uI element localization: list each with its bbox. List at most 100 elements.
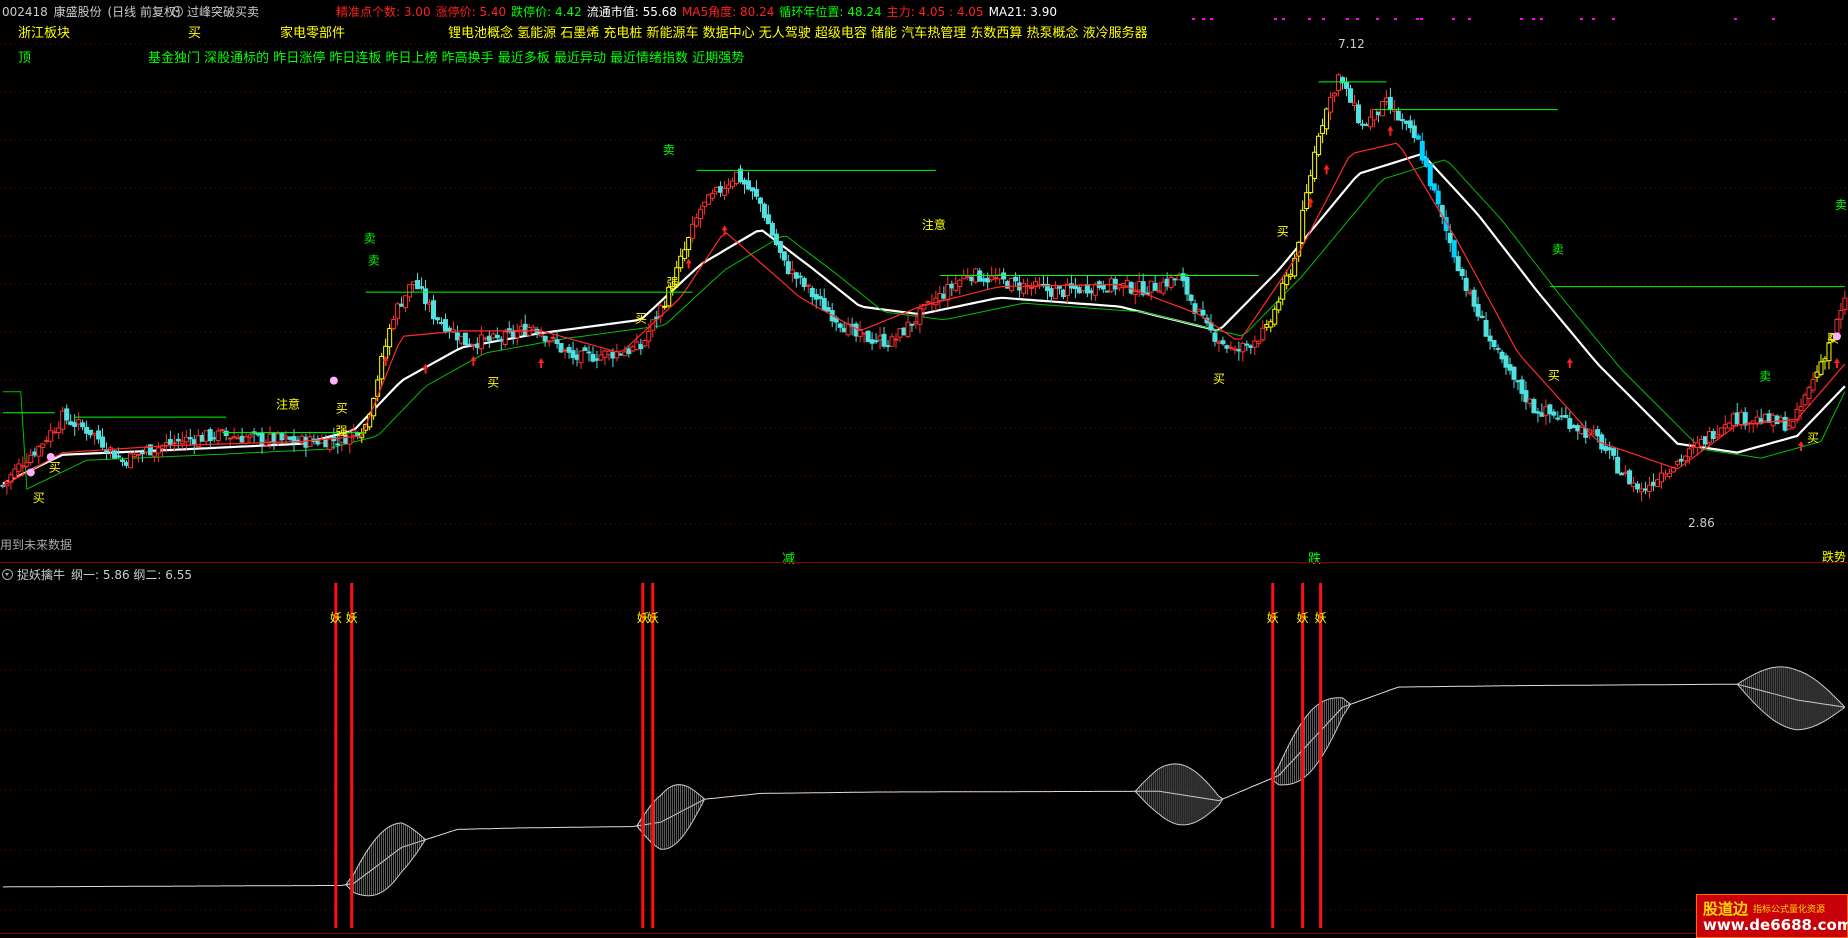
candle-body (1507, 364, 1513, 371)
candle-body (809, 287, 815, 298)
candle-body (606, 350, 612, 355)
candle-body (211, 437, 217, 440)
indicator-center-line (2, 683, 1845, 888)
candle-body (1435, 190, 1441, 205)
candle-body (993, 277, 999, 280)
candle-body (562, 349, 568, 352)
candle-body (28, 454, 34, 464)
candle-body (1431, 183, 1437, 191)
candle-body (494, 334, 500, 339)
stat-7: MA21: 3.90 (988, 5, 1057, 19)
candle-body (1367, 116, 1373, 128)
candle-body (1379, 100, 1385, 117)
candle-body (1216, 341, 1222, 344)
indicator-series: 妖妖妖妖妖妖妖 (2, 583, 1846, 928)
candle-body (183, 436, 189, 443)
chart-period: (日线 前复权) (107, 5, 181, 19)
candle-body (542, 335, 548, 342)
candle-body (793, 272, 799, 279)
chart-canvas[interactable]: 买买买买买买买买买买卖卖卖卖卖卖注意注意强强 妖妖妖妖妖妖妖 (0, 0, 1848, 938)
up-arrow-7 (1323, 164, 1330, 175)
candle-body (881, 333, 887, 347)
candle-body (1188, 294, 1194, 302)
candle-body (813, 293, 819, 300)
buy-label-1: 买 (49, 461, 61, 475)
candle-body (1308, 175, 1314, 194)
candle-body (1682, 455, 1688, 462)
top-marker-16 (1532, 18, 1535, 20)
stock-code: 002418 (2, 5, 48, 19)
candle-body (163, 442, 169, 447)
candle-body (287, 436, 293, 440)
indicator-name: 过峰突破买卖 (187, 5, 260, 19)
candle-body (1571, 425, 1577, 429)
candle-body (411, 281, 417, 285)
top-marker-11 (1416, 18, 1419, 20)
candle-body (1838, 309, 1844, 320)
demon-signal-label-0: 妖 (330, 611, 342, 625)
candle-body (1029, 286, 1035, 289)
candle-body (1359, 123, 1365, 126)
candle-body (1256, 340, 1262, 344)
candle-body (622, 351, 628, 357)
candle-body (741, 179, 747, 185)
candle-body (1762, 413, 1768, 422)
candle-body (722, 187, 728, 196)
candle-body (1842, 297, 1848, 310)
candle-body (1710, 431, 1716, 439)
candle-body (1722, 424, 1728, 429)
candle-body (323, 438, 329, 448)
candle-body (1447, 232, 1453, 244)
candle-body (1264, 323, 1270, 328)
candle-body (1666, 472, 1672, 477)
pink-dot-0 (26, 468, 35, 477)
candle-body (602, 350, 608, 358)
candle-body (1766, 413, 1772, 424)
candle-body (1567, 418, 1573, 429)
candle-body (1631, 482, 1637, 487)
candle-body (12, 468, 18, 479)
candle-body (566, 347, 572, 353)
candle-body (446, 327, 452, 333)
candle-body (1802, 394, 1808, 406)
indicator-dropdown-icon[interactable] (2, 569, 13, 580)
candle-body (917, 308, 923, 325)
indicator-panel-header[interactable]: 捉妖擒牛 纲一: 5.86 纲二: 6.55 (2, 566, 192, 583)
candle-body (1248, 345, 1254, 348)
candle-body (841, 327, 847, 333)
top-tag: 顶 (18, 51, 32, 66)
candle-body (1300, 209, 1306, 244)
candle-body (1455, 256, 1461, 272)
up-arrow-3 (538, 358, 545, 369)
candle-body (933, 297, 939, 306)
candle-body (1611, 448, 1617, 456)
candle-body (1336, 74, 1342, 92)
candle-body (1734, 412, 1740, 425)
candle-body (1483, 319, 1489, 337)
candle-body (52, 431, 58, 434)
top-marker-9 (1376, 18, 1379, 20)
candle-body (1168, 276, 1174, 288)
candle-body (1383, 97, 1389, 103)
candle-body (1080, 284, 1086, 292)
candle-body (231, 436, 237, 439)
candle-body (897, 328, 903, 338)
watermark-logo: 股道边 指标公式量化资源 www.de6688.com (1696, 894, 1848, 938)
indicator-selector[interactable]: 过峰突破买卖 (172, 3, 259, 20)
price-grid (0, 43, 1848, 911)
candle-body (957, 279, 963, 288)
candle-body (1312, 151, 1318, 179)
candle-body (817, 296, 823, 300)
candle-body (458, 335, 464, 344)
candle-body (1056, 286, 1062, 289)
stat-2: 跌停价: 4.42 (511, 5, 582, 19)
candle-body (1603, 446, 1609, 451)
candle-body (1499, 351, 1505, 360)
stock-header: 002418 康盛股份 (日线 前复权) (2, 3, 187, 20)
candle-body (466, 343, 472, 346)
candle-body (1639, 488, 1645, 493)
candle-body (1730, 413, 1736, 427)
dropdown-circle-icon[interactable] (172, 6, 183, 17)
candle-body (327, 437, 333, 450)
candle-body (1559, 415, 1565, 418)
